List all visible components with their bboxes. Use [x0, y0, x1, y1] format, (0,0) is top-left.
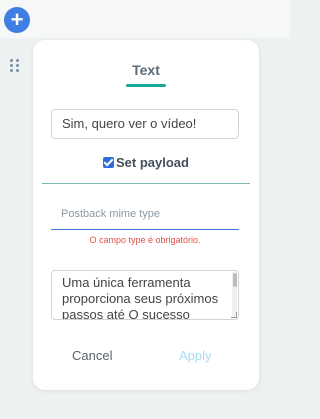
set-payload-checkbox[interactable]	[103, 157, 114, 168]
top-bar	[0, 0, 290, 38]
divider	[42, 183, 250, 184]
textarea-scroll-thumb[interactable]	[233, 273, 237, 287]
text-editor-card: Text Sim, quero ver o vídeo! Set payload…	[33, 40, 259, 390]
textarea-content: Uma única ferramenta proporciona seus pr…	[62, 275, 219, 320]
apply-button[interactable]: Apply	[179, 348, 212, 363]
set-payload-row[interactable]: Set payload	[103, 155, 189, 170]
error-message: O campo type é obrigatório.	[89, 235, 201, 245]
postback-mime-type-input[interactable]: Postback mime type	[51, 202, 239, 230]
plus-icon: +	[10, 7, 24, 32]
drag-handle-icon[interactable]	[10, 59, 20, 73]
resize-handle-icon[interactable]	[231, 312, 237, 318]
payload-textarea[interactable]: Uma única ferramenta proporciona seus pr…	[51, 270, 239, 320]
set-payload-label: Set payload	[116, 155, 189, 170]
text-input[interactable]: Sim, quero ver o vídeo!	[51, 109, 239, 139]
tab-active-indicator	[126, 84, 166, 87]
cancel-button[interactable]: Cancel	[72, 348, 112, 363]
tab-text[interactable]: Text	[126, 62, 166, 78]
add-button[interactable]: +	[4, 7, 30, 33]
